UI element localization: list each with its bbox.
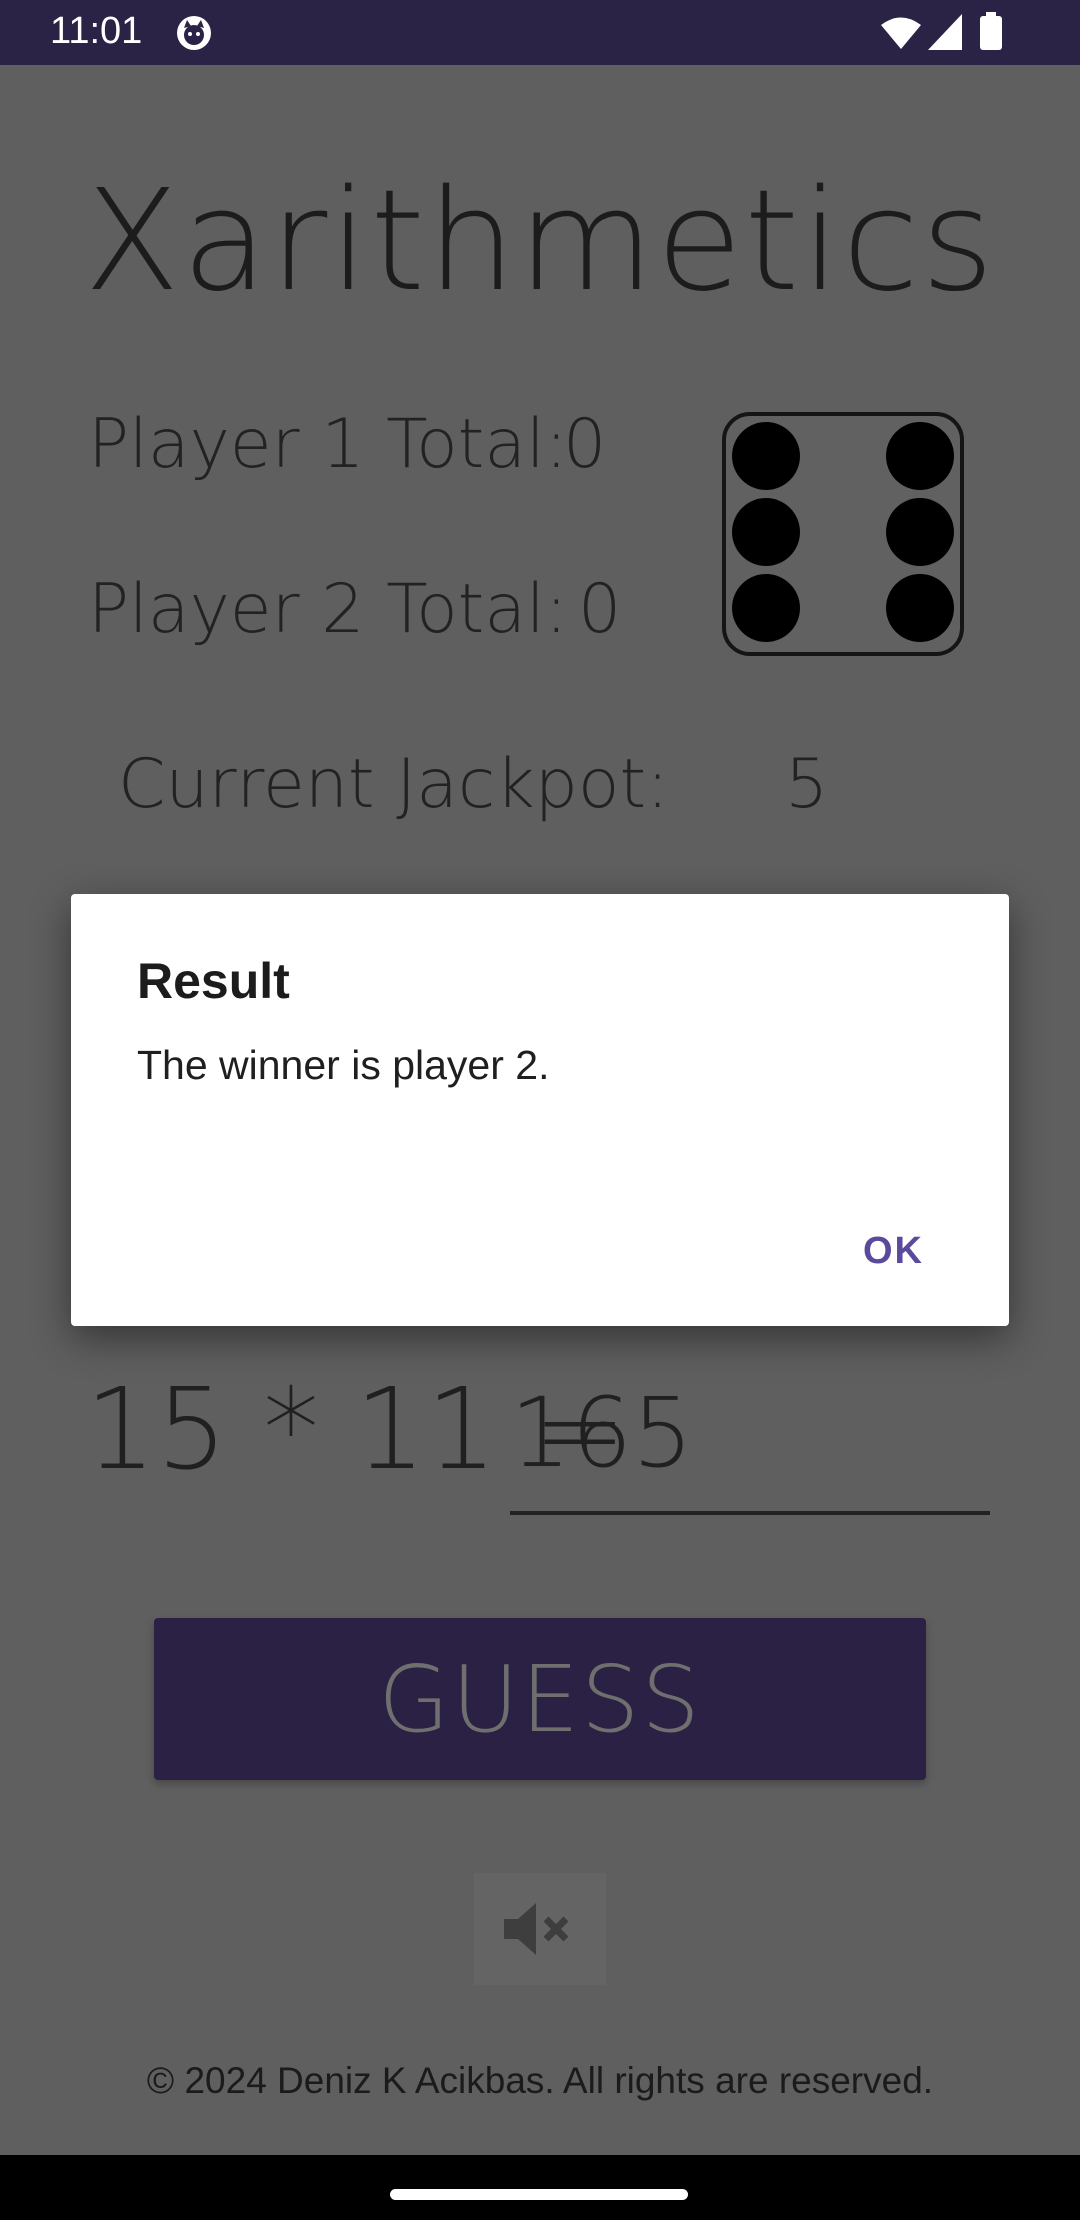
status-bar: 11:01: [0, 0, 1080, 65]
die-pip: [732, 574, 800, 642]
home-gesture-handle[interactable]: [390, 2189, 688, 2200]
die-pip: [886, 422, 954, 490]
player1-total-value: 0: [563, 405, 607, 484]
die-pip: [886, 574, 954, 642]
mute-button[interactable]: [474, 1873, 606, 1985]
jackpot-label: Current Jackpot:: [118, 745, 670, 824]
volume-mute-icon: [504, 1903, 569, 1955]
die-pip: [732, 498, 800, 566]
answer-value: 165: [510, 1377, 694, 1489]
die-pip: [886, 498, 954, 566]
copyright-text: © 2024 Deniz K Acikbas. All rights are r…: [146, 2060, 934, 2101]
wifi-icon: [881, 17, 921, 49]
app-title: Xarithmetics: [84, 160, 996, 323]
battery-icon: [980, 12, 1002, 50]
player2-total-label: Player 2 Total:: [88, 570, 568, 649]
die-pip: [732, 422, 800, 490]
dice-six-icon: [722, 412, 964, 656]
signal-icon: [928, 14, 962, 50]
player1-total-label: Player 1 Total:: [88, 405, 568, 484]
dialog-message: The winner is player 2.: [137, 1042, 550, 1088]
dialog-title: Result: [137, 953, 290, 1009]
result-dialog: Result The winner is player 2. OK: [71, 894, 1009, 1326]
player2-total-value: 0: [578, 570, 622, 649]
guess-button[interactable]: GUESS: [154, 1618, 926, 1780]
jackpot-value: 5: [785, 745, 829, 824]
guess-button-label: GUESS: [378, 1645, 702, 1753]
ok-button[interactable]: OK: [851, 1222, 936, 1281]
navigation-bar: [0, 2155, 1080, 2220]
answer-input[interactable]: 165: [510, 1365, 990, 1515]
status-time: 11:01: [50, 10, 143, 52]
app-notification-icon: [177, 16, 211, 50]
